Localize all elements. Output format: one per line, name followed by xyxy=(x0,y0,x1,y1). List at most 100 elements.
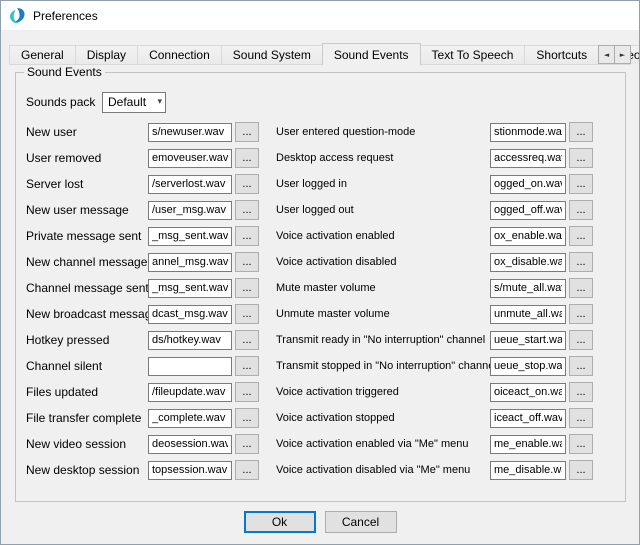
sound-file-input[interactable] xyxy=(148,435,232,454)
sound-event-row: User entered question-mode... xyxy=(276,119,617,145)
preferences-window: Preferences ◄ ► GeneralDisplayConnection… xyxy=(0,0,640,545)
browse-button[interactable]: ... xyxy=(235,460,259,480)
sound-event-row: User logged out... xyxy=(276,197,617,223)
browse-button[interactable]: ... xyxy=(235,304,259,324)
tab-scroller: ◄ ► xyxy=(598,45,631,64)
sounds-pack-select[interactable]: Default ▾ xyxy=(102,92,166,113)
sound-file-input[interactable] xyxy=(490,357,566,376)
sound-file-input[interactable] xyxy=(148,149,232,168)
sound-file-input[interactable] xyxy=(490,461,566,480)
sound-event-row: Voice activation enabled... xyxy=(276,223,617,249)
sound-file-input[interactable] xyxy=(148,253,232,272)
sound-file-input[interactable] xyxy=(490,279,566,298)
sound-event-label: File transfer complete xyxy=(26,411,148,425)
sound-file-input[interactable] xyxy=(148,383,232,402)
sound-event-label: Hotkey pressed xyxy=(26,333,148,347)
tab-sound-system[interactable]: Sound System xyxy=(221,45,323,64)
browse-button[interactable]: ... xyxy=(569,408,593,428)
sound-event-row: Voice activation stopped... xyxy=(276,405,617,431)
sound-event-label: User logged out xyxy=(276,204,490,216)
browse-button[interactable]: ... xyxy=(235,330,259,350)
browse-button[interactable]: ... xyxy=(235,122,259,142)
browse-button[interactable]: ... xyxy=(235,226,259,246)
browse-button[interactable]: ... xyxy=(569,148,593,168)
sounds-pack-label: Sounds pack xyxy=(26,95,102,109)
sound-file-input[interactable] xyxy=(490,227,566,246)
sound-file-input[interactable] xyxy=(148,123,232,142)
sound-event-label: User removed xyxy=(26,151,148,165)
browse-button[interactable]: ... xyxy=(569,356,593,376)
sounds-pack-value: Default xyxy=(108,95,146,109)
tab-display[interactable]: Display xyxy=(75,45,138,64)
browse-button[interactable]: ... xyxy=(569,278,593,298)
sound-event-row: Voice activation triggered... xyxy=(276,379,617,405)
sound-file-input[interactable] xyxy=(148,331,232,350)
tab-text-to-speech[interactable]: Text To Speech xyxy=(420,45,526,64)
tab-general[interactable]: General xyxy=(9,45,76,64)
sound-event-label: User logged in xyxy=(276,178,490,190)
browse-button[interactable]: ... xyxy=(569,330,593,350)
sound-file-input[interactable] xyxy=(490,383,566,402)
sound-event-label: Private message sent xyxy=(26,229,148,243)
browse-button[interactable]: ... xyxy=(569,252,593,272)
sound-file-input[interactable] xyxy=(490,253,566,272)
sound-event-label: New video session xyxy=(26,437,148,451)
cancel-button[interactable]: Cancel xyxy=(325,511,397,533)
browse-button[interactable]: ... xyxy=(235,148,259,168)
browse-button[interactable]: ... xyxy=(235,356,259,376)
sound-file-input[interactable] xyxy=(490,409,566,428)
sound-file-input[interactable] xyxy=(148,175,232,194)
browse-button[interactable]: ... xyxy=(235,434,259,454)
browse-button[interactable]: ... xyxy=(569,174,593,194)
tab-sound-events[interactable]: Sound Events xyxy=(322,43,421,65)
browse-button[interactable]: ... xyxy=(235,252,259,272)
sound-file-input[interactable] xyxy=(148,305,232,324)
sound-file-input[interactable] xyxy=(490,123,566,142)
sound-file-input[interactable] xyxy=(490,201,566,220)
sound-event-row: User logged in... xyxy=(276,171,617,197)
sound-file-input[interactable] xyxy=(490,149,566,168)
sound-file-input[interactable] xyxy=(148,409,232,428)
sound-event-row: New broadcast message... xyxy=(26,301,264,327)
sound-event-label: New channel message xyxy=(26,255,148,269)
sound-file-input[interactable] xyxy=(490,435,566,454)
sound-file-input[interactable] xyxy=(148,357,232,376)
tab-scroll-right-icon[interactable]: ► xyxy=(614,45,631,64)
chevron-down-icon: ▾ xyxy=(157,96,162,107)
browse-button[interactable]: ... xyxy=(235,174,259,194)
sound-event-label: Channel message sent xyxy=(26,281,148,295)
browse-button[interactable]: ... xyxy=(569,434,593,454)
tab-shortcuts[interactable]: Shortcuts xyxy=(524,45,599,64)
sound-file-input[interactable] xyxy=(148,279,232,298)
sound-event-row: New desktop session... xyxy=(26,457,264,483)
browse-button[interactable]: ... xyxy=(569,382,593,402)
sound-event-row: Transmit ready in "No interruption" chan… xyxy=(276,327,617,353)
browse-button[interactable]: ... xyxy=(569,200,593,220)
sound-file-input[interactable] xyxy=(490,175,566,194)
browse-button[interactable]: ... xyxy=(569,226,593,246)
sound-event-row: Mute master volume... xyxy=(276,275,617,301)
browse-button[interactable]: ... xyxy=(569,460,593,480)
sound-event-row: New user message... xyxy=(26,197,264,223)
sound-event-row: New video session... xyxy=(26,431,264,457)
tab-scroll-left-icon[interactable]: ◄ xyxy=(598,45,615,64)
browse-button[interactable]: ... xyxy=(235,278,259,298)
sound-event-row: New channel message... xyxy=(26,249,264,275)
sound-events-right-column: User entered question-mode...Desktop acc… xyxy=(276,119,617,483)
sound-event-row: Server lost... xyxy=(26,171,264,197)
sound-event-row: Private message sent... xyxy=(26,223,264,249)
sound-event-row: Hotkey pressed... xyxy=(26,327,264,353)
browse-button[interactable]: ... xyxy=(569,122,593,142)
sound-file-input[interactable] xyxy=(490,305,566,324)
browse-button[interactable]: ... xyxy=(235,408,259,428)
browse-button[interactable]: ... xyxy=(569,304,593,324)
tab-connection[interactable]: Connection xyxy=(137,45,222,64)
browse-button[interactable]: ... xyxy=(235,200,259,220)
sound-file-input[interactable] xyxy=(490,331,566,350)
browse-button[interactable]: ... xyxy=(235,382,259,402)
sound-file-input[interactable] xyxy=(148,227,232,246)
sound-file-input[interactable] xyxy=(148,201,232,220)
sound-event-row: Desktop access request... xyxy=(276,145,617,171)
ok-button[interactable]: Ok xyxy=(244,511,316,533)
sound-file-input[interactable] xyxy=(148,461,232,480)
